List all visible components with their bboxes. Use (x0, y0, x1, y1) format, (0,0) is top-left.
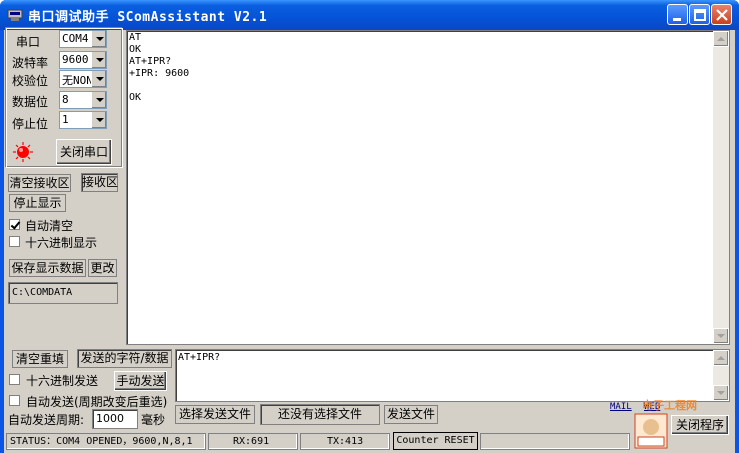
hex-display-label: 十六进制显示 (25, 236, 98, 250)
hex-display-checkbox[interactable] (9, 236, 20, 247)
auto-send-checkbox[interactable] (9, 395, 20, 406)
receive-area-label: 接收区 (81, 173, 118, 192)
send-scrollbar[interactable] (713, 350, 729, 401)
baud-select[interactable]: 9600 (59, 51, 107, 69)
app-window: 串口调试助手 SComAssistant V2.1 串口 COM4 波特率 96… (0, 0, 739, 453)
chevron-down-icon[interactable] (91, 92, 106, 108)
stopbits-select[interactable]: 1 (59, 111, 107, 129)
no-file-label: 还没有选择文件 (260, 404, 380, 425)
stopbits-label: 停止位 (12, 117, 49, 131)
led-indicator-icon (13, 142, 33, 162)
maximize-icon (694, 9, 706, 21)
maximize-button[interactable] (689, 4, 710, 25)
databits-label: 数据位 (12, 95, 49, 109)
close-icon (716, 9, 728, 21)
client-area: 串口 COM4 波特率 9600 校验位 无NONE 数据位 8 停止位 1 (4, 28, 735, 453)
scroll-down-arrow-icon[interactable] (713, 385, 729, 401)
status-text: STATUS：COM4 OPENED，9600,N,8,1 (6, 433, 206, 450)
send-file-button[interactable]: 发送文件 (384, 405, 438, 424)
databits-value: 8 (62, 93, 69, 106)
parity-value: 无NONE (62, 74, 92, 87)
close-program-button[interactable]: 关闭程序 (671, 415, 729, 435)
save-path-field[interactable]: C:\COMDATA (8, 282, 118, 304)
hex-send-checkbox[interactable] (9, 374, 20, 385)
auto-clear-checkbox[interactable] (9, 219, 20, 230)
receive-output-text: AT OK AT+IPR? +IPR: 9600 OK (129, 32, 190, 103)
hex-send-label: 十六进制发送 (26, 374, 99, 388)
tx-count: TX:413 (300, 433, 390, 450)
save-display-button[interactable]: 保存显示数据 (9, 259, 86, 277)
choose-file-button[interactable]: 选择发送文件 (175, 405, 255, 424)
window-title: 串口调试助手 SComAssistant V2.1 (28, 10, 268, 25)
change-path-button[interactable]: 更改 (88, 259, 117, 277)
status-spacer (480, 433, 630, 450)
receive-scrollbar[interactable] (713, 31, 729, 344)
scroll-up-arrow-icon[interactable] (713, 31, 729, 47)
period-label: 自动发送周期: (8, 413, 85, 427)
sinocos-logo-icon (634, 413, 668, 449)
send-string-label: 发送的字符/数据 (77, 349, 172, 368)
parity-select[interactable]: 无NONE (59, 70, 107, 88)
scroll-up-arrow-icon[interactable] (713, 350, 729, 366)
auto-send-label: 自动发送(周期改变后重选) (26, 395, 168, 409)
auto-clear-label: 自动清空 (25, 219, 74, 233)
title-bar[interactable]: 串口调试助手 SComAssistant V2.1 (0, 0, 739, 30)
minimize-icon (673, 18, 681, 21)
chevron-down-icon[interactable] (91, 112, 106, 128)
mail-link[interactable]: MAIL (610, 402, 632, 412)
period-input[interactable]: 1000 (92, 409, 138, 429)
chevron-down-icon[interactable] (91, 31, 106, 47)
chevron-down-icon[interactable] (91, 52, 106, 68)
period-value: 1000 (96, 412, 124, 425)
save-path-value: C:\COMDATA (12, 287, 73, 298)
minimize-button[interactable] (667, 4, 688, 25)
databits-select[interactable]: 8 (59, 91, 107, 109)
close-window-button[interactable] (711, 4, 732, 25)
close-port-button[interactable]: 关闭串口 (56, 139, 112, 165)
watermark-text: 电子工程网 (642, 399, 697, 412)
port-value: COM4 (62, 32, 89, 45)
clear-receive-button[interactable]: 清空接收区 (8, 174, 71, 192)
send-text: AT+IPR? (178, 352, 221, 363)
parity-label: 校验位 (12, 74, 49, 88)
baud-value: 9600 (62, 53, 89, 66)
serial-port-icon (7, 9, 23, 21)
period-unit: 毫秒 (141, 413, 166, 427)
scroll-down-arrow-icon[interactable] (713, 328, 729, 344)
port-select[interactable]: COM4 (59, 30, 107, 48)
clear-resend-button[interactable]: 清空重填 (12, 350, 68, 368)
rx-count: RX:691 (208, 433, 298, 450)
stopbits-value: 1 (62, 113, 69, 126)
manual-send-button[interactable]: 手动发送 (114, 371, 167, 391)
chevron-down-icon[interactable] (91, 71, 106, 87)
baud-label: 波特率 (12, 56, 49, 70)
send-textarea[interactable]: AT+IPR? (175, 349, 730, 402)
stop-display-button[interactable]: 停止显示 (9, 194, 66, 212)
receive-textarea[interactable]: AT OK AT+IPR? +IPR: 9600 OK (126, 30, 730, 345)
port-label: 串口 (16, 35, 41, 49)
counter-reset-button[interactable]: Counter RESET (393, 432, 478, 450)
